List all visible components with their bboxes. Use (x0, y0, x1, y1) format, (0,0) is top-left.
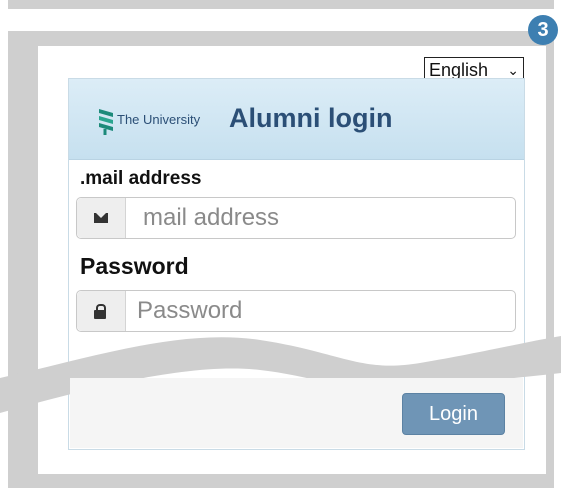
logo-text: The University (117, 112, 201, 127)
email-field[interactable]: mail address (76, 197, 516, 239)
step-badge: 3 (528, 15, 558, 45)
frame-top-border (8, 0, 554, 9)
password-label: Password (80, 253, 189, 279)
card-header: The University Alumni login (69, 79, 524, 160)
language-select-value: English (429, 60, 489, 80)
email-label: .mail address (80, 168, 202, 189)
university-logo (99, 109, 113, 135)
page-title: Alumni login (229, 103, 393, 133)
email-placeholder[interactable]: mail address (143, 198, 279, 238)
login-button[interactable]: Login (402, 393, 505, 435)
email-addon (77, 198, 126, 238)
envelope-icon (94, 213, 108, 223)
